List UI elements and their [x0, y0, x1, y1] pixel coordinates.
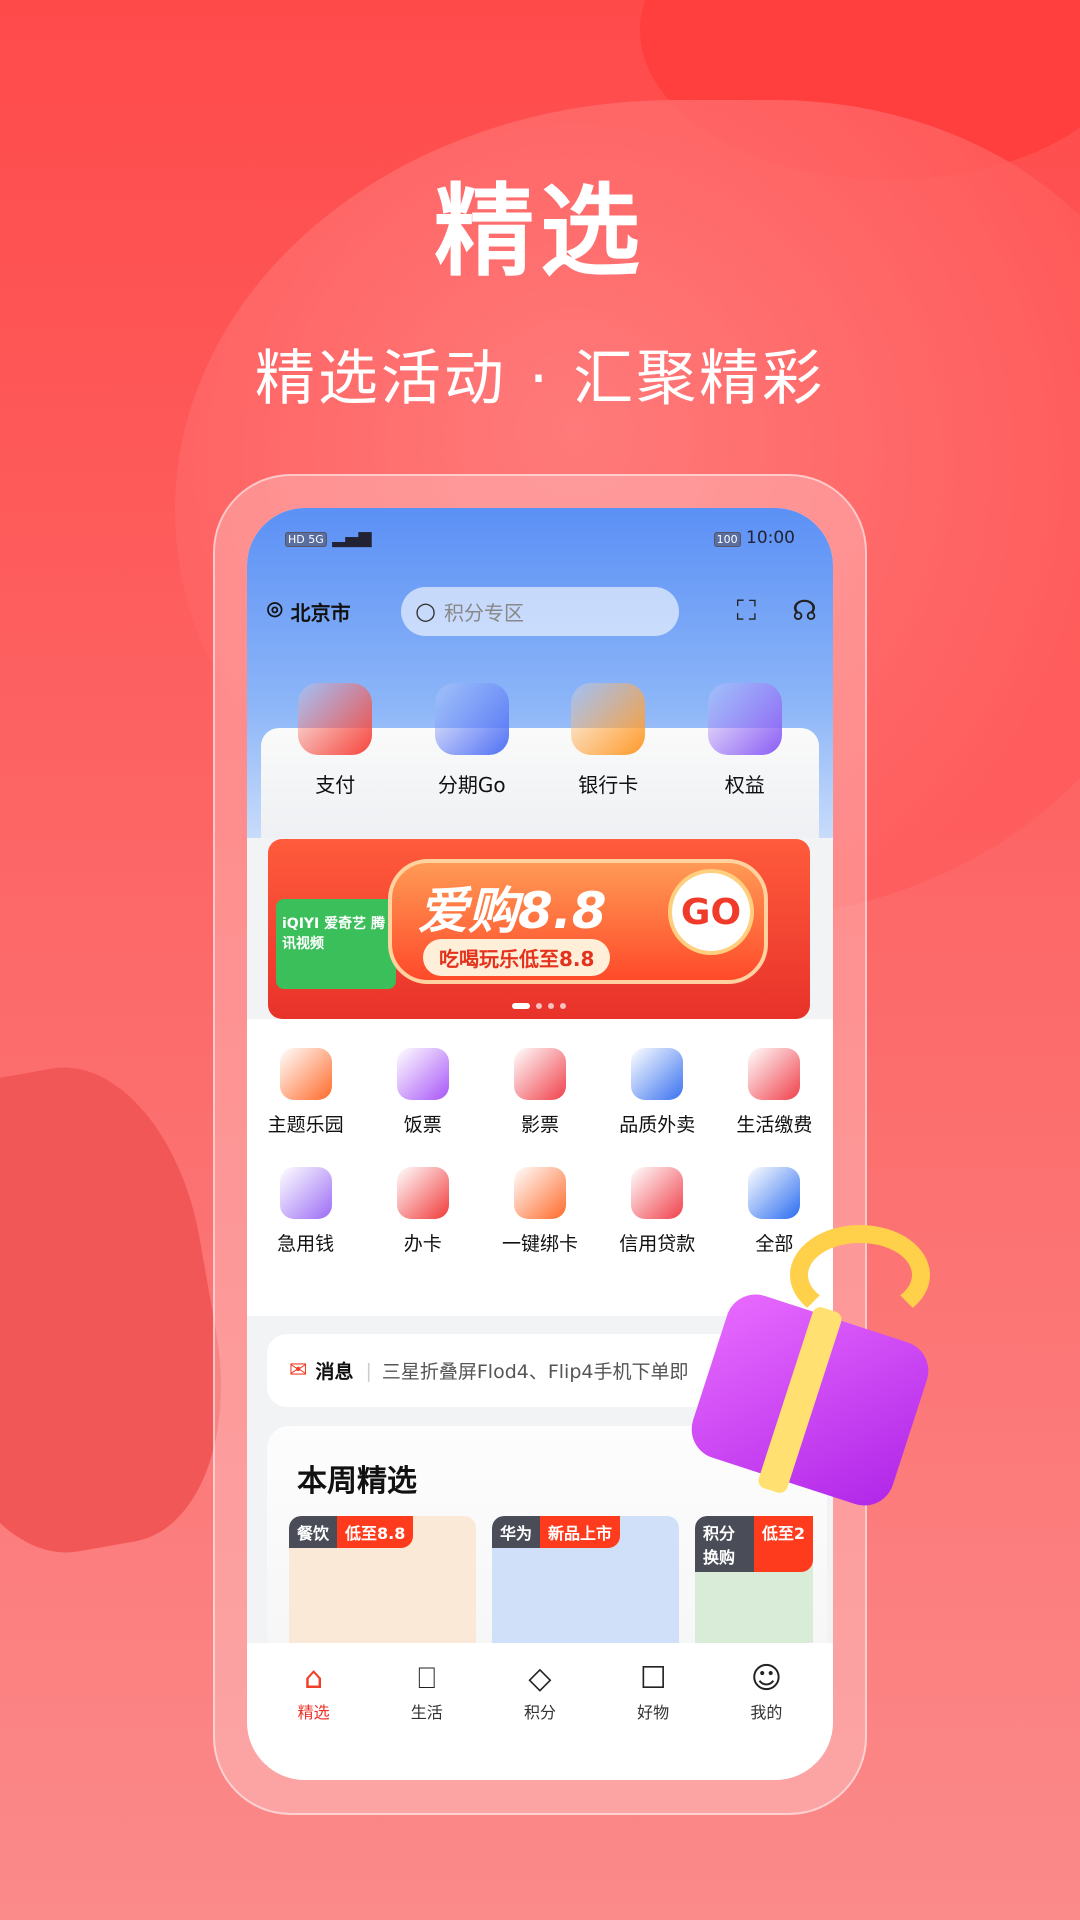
- divider: |: [365, 1359, 372, 1382]
- quick-entry[interactable]: 分期Go: [412, 683, 532, 798]
- location-pin-icon: ⌾: [267, 595, 283, 626]
- battery-icon: 100: [713, 532, 741, 547]
- card-category: 华为: [492, 1516, 541, 1548]
- status-bar: HD 5G ▂▄▆ 100 10:00: [285, 528, 795, 548]
- service-label: 品质外卖: [619, 1114, 696, 1136]
- service-item[interactable]: 主题乐园: [247, 1048, 364, 1137]
- banner-go-button[interactable]: GO: [668, 869, 754, 955]
- service-icon: [513, 1167, 566, 1219]
- weekly-title: 本周精选: [297, 1464, 417, 1499]
- banner-tagline: 吃喝玩乐低至8.8: [423, 939, 611, 976]
- service-icon: [279, 1167, 332, 1219]
- bookmark-icon: ⎕: [417, 1661, 436, 1696]
- customer-service-icon[interactable]: ☊: [792, 594, 817, 628]
- search-input[interactable]: ○ 积分专区: [401, 586, 679, 636]
- network-indicator: HD 5G: [285, 532, 327, 547]
- service-icon: [631, 1048, 684, 1100]
- card-category: 餐饮: [289, 1516, 338, 1548]
- service-item[interactable]: 生活缴费: [716, 1048, 833, 1137]
- service-icon: [748, 1167, 801, 1219]
- quick-entry-icon: [707, 683, 782, 755]
- nav-tab[interactable]: ◇ 积分: [490, 1643, 590, 1780]
- carousel-dot[interactable]: [560, 1003, 566, 1009]
- service-item[interactable]: 办卡: [364, 1167, 481, 1256]
- quick-entries: 支付 分期Go 银行卡 权益: [247, 683, 833, 798]
- service-label: 生活缴费: [736, 1114, 813, 1136]
- service-icon: [631, 1167, 684, 1219]
- card-badge: 新品上市: [540, 1516, 621, 1548]
- quick-entry[interactable]: 支付: [275, 683, 395, 798]
- card-badge: 低至8.8: [337, 1516, 414, 1548]
- phone-screen: HD 5G ▂▄▆ 100 10:00 ⌾ 北京市 ○ 积分专区 ⛶ ☊ 支付 分…: [247, 508, 833, 1780]
- service-icon: [396, 1167, 449, 1219]
- search-icon: ○: [415, 597, 436, 625]
- carousel-dots: [512, 1003, 566, 1009]
- quick-entry-label: 支付: [315, 773, 356, 797]
- nav-tab[interactable]: ⎕ 生活: [377, 1643, 477, 1780]
- nav-label: 好物: [637, 1703, 670, 1722]
- quick-entry-label: 银行卡: [578, 773, 639, 797]
- quick-entry-icon: [298, 683, 373, 755]
- message-label: 消息: [315, 1361, 354, 1383]
- search-placeholder: 积分专区: [443, 600, 524, 625]
- banner-title: 爱购8.8: [418, 882, 607, 940]
- service-label: 主题乐园: [267, 1114, 344, 1136]
- clock: 10:00: [746, 528, 795, 548]
- nav-tab[interactable]: ☺ 我的: [716, 1643, 816, 1780]
- service-icon: [748, 1048, 801, 1100]
- mail-icon: ✉: [289, 1358, 308, 1383]
- service-item[interactable]: 饭票: [364, 1048, 481, 1137]
- quick-entry[interactable]: 银行卡: [548, 683, 668, 798]
- gift-box-illustration: [683, 1225, 950, 1525]
- carousel-dot[interactable]: [536, 1003, 542, 1009]
- carousel-dot[interactable]: [548, 1003, 554, 1009]
- signal-icon: ▂▄▆: [332, 528, 372, 548]
- nav-label: 生活: [410, 1703, 443, 1722]
- scan-icon[interactable]: ⛶: [737, 594, 757, 628]
- promo-headline: 精选: [434, 172, 646, 290]
- quick-entry-label: 权益: [724, 773, 765, 797]
- service-item[interactable]: 影票: [481, 1048, 598, 1137]
- home-icon: ⌂: [304, 1661, 324, 1696]
- quick-entry-label: 分期Go: [437, 773, 506, 797]
- nav-label: 积分: [523, 1703, 556, 1722]
- bottom-nav: ⌂ 精选 ⎕ 生活 ◇ 积分 ☐ 好物 ☺ 我的: [247, 1643, 833, 1780]
- service-icon: [279, 1048, 332, 1100]
- quick-entry[interactable]: 权益: [685, 683, 805, 798]
- service-item[interactable]: 品质外卖: [599, 1048, 716, 1137]
- service-label: 一键绑卡: [501, 1233, 578, 1255]
- quick-entry-icon: [571, 683, 646, 755]
- quick-entry-icon: [434, 683, 509, 755]
- service-icon: [513, 1048, 566, 1100]
- service-item[interactable]: 一键绑卡: [481, 1167, 598, 1256]
- smile-icon: ☺: [750, 1661, 782, 1696]
- service-item[interactable]: 急用钱: [247, 1167, 364, 1256]
- bag-icon: ☐: [639, 1661, 667, 1696]
- service-icon: [396, 1048, 449, 1100]
- location-label: 北京市: [290, 600, 351, 625]
- carousel-dot[interactable]: [512, 1003, 530, 1009]
- nav-label: 精选: [297, 1703, 330, 1722]
- nav-tab[interactable]: ⌂ 精选: [264, 1643, 364, 1780]
- partner-logos: iQIYI 爱奇艺 腾讯视频: [276, 899, 396, 989]
- service-label: 急用钱: [277, 1233, 335, 1255]
- location-selector[interactable]: ⌾ 北京市: [267, 596, 401, 627]
- diamond-icon: ◇: [528, 1661, 552, 1696]
- nav-tab[interactable]: ☐ 好物: [603, 1643, 703, 1780]
- promo-banner[interactable]: iQIYI 爱奇艺 腾讯视频 爱购8.8 GO 吃喝玩乐低至8.8: [268, 839, 810, 1019]
- service-label: 办卡: [403, 1233, 442, 1255]
- message-text: 三星折叠屏Flod4、Flip4手机下单即: [381, 1361, 689, 1383]
- promo-subtitle: 精选活动 · 汇聚精彩: [254, 344, 826, 414]
- top-header: ⌾ 北京市 ○ 积分专区 ⛶ ☊: [267, 586, 817, 636]
- nav-label: 我的: [750, 1703, 783, 1722]
- service-label: 饭票: [403, 1114, 442, 1136]
- service-label: 影票: [520, 1114, 559, 1136]
